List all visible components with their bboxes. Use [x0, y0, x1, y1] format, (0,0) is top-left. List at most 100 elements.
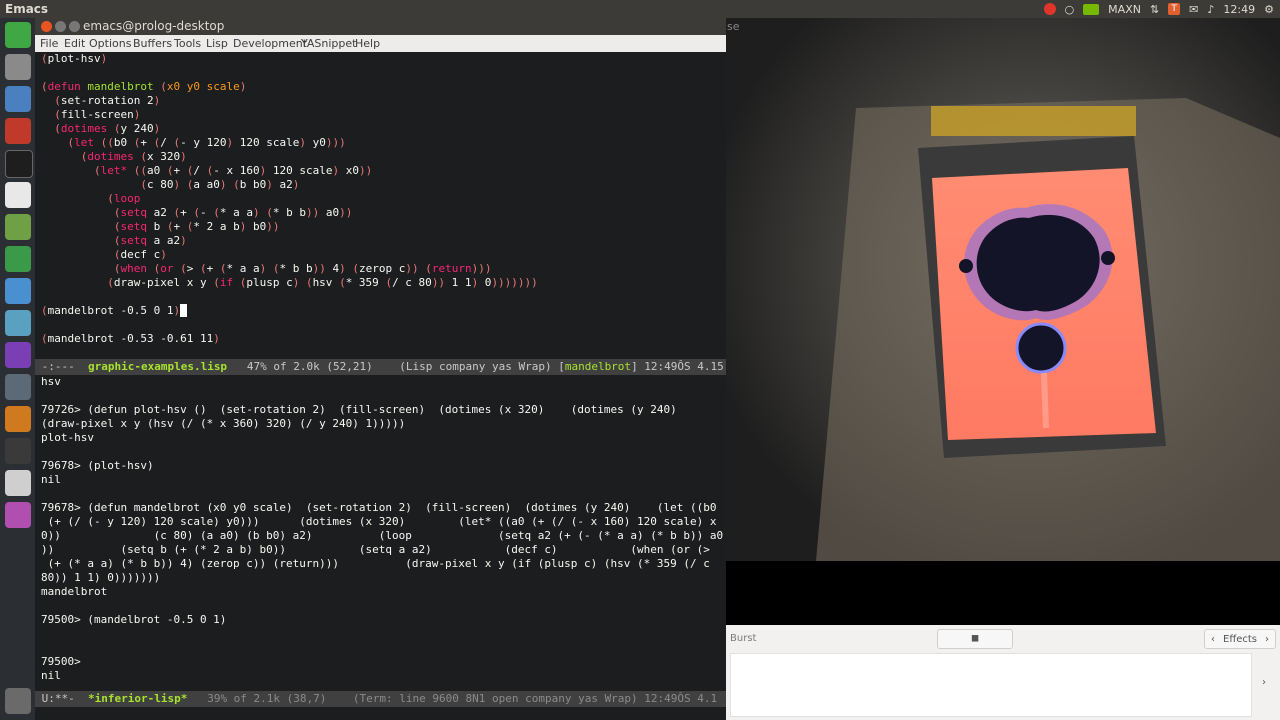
device-photo — [726, 18, 1280, 561]
camera-controls: Burst ◼ ‹ Effects › › — [726, 625, 1280, 720]
launcher-settings-icon[interactable] — [5, 118, 31, 144]
code-line: (mandelbrot -0.53 -0.61 11) — [41, 332, 220, 345]
mandelbrot-minibulb-right — [1101, 251, 1115, 265]
launcher-editor-icon[interactable] — [5, 182, 31, 208]
code-line: (setq b (+ (* 2 a b) b0)) — [113, 220, 280, 233]
close-button[interactable] — [41, 21, 52, 32]
recording-icon[interactable] — [1043, 3, 1056, 15]
scroll-right-arrow[interactable]: › — [1262, 677, 1266, 688]
modeline-modes: (Lisp company yas Wrap) [ — [399, 360, 565, 373]
code-line: (fill-screen) — [54, 108, 141, 121]
thumbnail-strip[interactable] — [730, 653, 1252, 717]
repl-line: nil — [41, 473, 61, 486]
menu-lisp[interactable]: Lisp — [206, 37, 228, 50]
modeline-buffer-name: graphic-examples.lisp — [87, 360, 228, 373]
top-panel: Emacs ○ MAXN ⇅ T ✉ ♪ 12:49 ⚙ — [0, 0, 1280, 18]
repl-line: 79678> (defun mandelbrot (x0 y0 scale) (… — [41, 501, 717, 514]
repl-line: (draw-pixel x y (hsv (/ (* x 360) 320) (… — [41, 417, 406, 430]
menu-help[interactable]: Help — [355, 37, 380, 50]
code-line: (setq a a2) — [113, 234, 187, 247]
launcher-files-icon[interactable] — [5, 54, 31, 80]
modeline-modes: (Term: line 9600 8N1 open company yas Wr… — [352, 692, 718, 705]
tape-strip — [931, 106, 1136, 136]
minimize-button[interactable] — [55, 21, 66, 32]
code-line: (when (or (> (+ (* a a) (* b b)) 4) (zer… — [113, 262, 492, 275]
effects-label[interactable]: Effects — [1223, 634, 1257, 645]
launcher-home-icon[interactable] — [5, 22, 31, 48]
nvidia-icon[interactable] — [1083, 3, 1100, 15]
mandelbrot-minibulb-left — [959, 259, 973, 273]
launcher-app-icon[interactable] — [5, 438, 31, 464]
camera-preview — [726, 18, 1280, 561]
launcher-archive-icon[interactable] — [5, 214, 31, 240]
code-line: (dotimes (x 320) — [80, 150, 187, 163]
menu-options[interactable]: Options — [89, 37, 131, 50]
repl-line: 79726> (defun plot-hsv () (set-rotation … — [41, 403, 677, 416]
maximize-button[interactable] — [69, 21, 80, 32]
repl-mode-line[interactable]: U:**- *inferior-lisp* 39% of 2.1k (38,7)… — [35, 691, 726, 707]
window-title-bar: emacs@prolog-desktop — [35, 18, 726, 35]
network-arrows-icon[interactable]: ⇅ — [1150, 3, 1159, 16]
window-title: emacs@prolog-desktop — [83, 19, 225, 33]
repl-line: )) (setq b (+ (* 2 a b) b0)) (setq a a2)… — [41, 543, 710, 556]
code-line-current: (mandelbrot -0.5 0 1) — [41, 304, 187, 318]
repl-line: mandelbrot — [41, 585, 108, 598]
menu-buffers[interactable]: Buffers — [133, 37, 172, 50]
source-buffer[interactable]: (plot-hsv) (defun mandelbrot (x0 y0 scal… — [35, 52, 726, 366]
menu-file[interactable]: File — [40, 37, 58, 50]
modeline-buffer-name: *inferior-lisp* — [87, 692, 188, 705]
launcher-workspace-icon[interactable] — [5, 502, 31, 528]
code-line: (decf c) — [113, 248, 167, 261]
code-line: (loop — [107, 192, 141, 205]
launcher-monitor-icon[interactable] — [5, 278, 31, 304]
code-line: (dotimes (y 240) — [54, 122, 161, 135]
repl-line: nil — [41, 669, 61, 682]
mail-icon[interactable]: ✉ — [1189, 3, 1198, 16]
code-line: (let ((b0 (+ (/ (- y 120) 120 scale) y0)… — [67, 136, 346, 149]
volume-icon[interactable]: ♪ — [1207, 3, 1214, 16]
settings-gear-icon[interactable]: ⚙ — [1264, 3, 1274, 16]
modeline-position: 39% of 2.1k (38,7) — [187, 692, 353, 705]
launcher-terminal-icon[interactable] — [5, 150, 33, 178]
power-mode-label[interactable]: MAXN — [1108, 3, 1141, 16]
active-app-name: Emacs — [5, 2, 49, 16]
launcher — [0, 18, 35, 720]
modeline-status: U:**- — [35, 692, 88, 705]
launcher-vlc-icon[interactable] — [5, 406, 31, 432]
launcher-network-icon[interactable] — [5, 310, 31, 336]
menu-yasnippet[interactable]: YASnippet — [301, 37, 356, 50]
source-mode-line[interactable]: -:--- graphic-examples.lisp 47% of 2.0k … — [35, 359, 726, 375]
code-line: (let* ((a0 (+ (/ (- x 160) 120 scale) x0… — [93, 164, 373, 177]
partial-label: se — [727, 20, 740, 33]
system-tray: ○ MAXN ⇅ T ✉ ♪ 12:49 ⚙ — [1043, 0, 1274, 18]
launcher-trash-icon[interactable] — [5, 688, 31, 714]
burst-toggle[interactable]: Burst — [730, 633, 756, 644]
effects-control: ‹ Effects › — [1204, 629, 1276, 649]
keyboard-layout-icon[interactable]: T — [1168, 3, 1181, 15]
mandelbrot-filament — [1041, 372, 1049, 429]
repl-line: plot-hsv — [41, 431, 94, 444]
code-line: (plot-hsv) — [41, 52, 108, 65]
menu-development[interactable]: Development — [233, 37, 307, 50]
repl-line: 0)) (c 80) (a a0) (b b0) a2) (loop (setq… — [41, 529, 724, 542]
modeline-status: -:--- — [35, 360, 88, 373]
launcher-camera-icon[interactable] — [5, 86, 31, 112]
launcher-drive-icon[interactable] — [5, 470, 31, 496]
launcher-updates-icon[interactable] — [5, 246, 31, 272]
shutter-button[interactable]: ◼ — [937, 629, 1013, 649]
menu-edit[interactable]: Edit — [64, 37, 85, 50]
mandelbrot-bulb — [1015, 322, 1067, 374]
menu-tools[interactable]: Tools — [174, 37, 201, 50]
launcher-emacs-icon[interactable] — [5, 342, 31, 368]
effects-next-button[interactable]: › — [1265, 634, 1269, 645]
bulb-icon[interactable]: ○ — [1065, 3, 1075, 16]
effects-prev-button[interactable]: ‹ — [1211, 634, 1215, 645]
code-line: (defun mandelbrot (x0 y0 scale) — [41, 80, 247, 93]
repl-line: 79678> (plot-hsv) — [41, 459, 154, 472]
clock[interactable]: 12:49 — [1223, 3, 1255, 16]
launcher-camera-app-icon[interactable] — [5, 374, 31, 400]
code-line: (draw-pixel x y (if (plusp c) (hsv (* 35… — [107, 276, 538, 289]
repl-line: (+ (/ (- y 120) 120 scale) y0))) (dotime… — [41, 515, 717, 528]
repl-line: (+ (* a a) (* b b)) 4) (zerop c)) (retur… — [41, 557, 710, 570]
repl-buffer[interactable]: hsv 79726> (defun plot-hsv () (set-rotat… — [35, 375, 726, 691]
